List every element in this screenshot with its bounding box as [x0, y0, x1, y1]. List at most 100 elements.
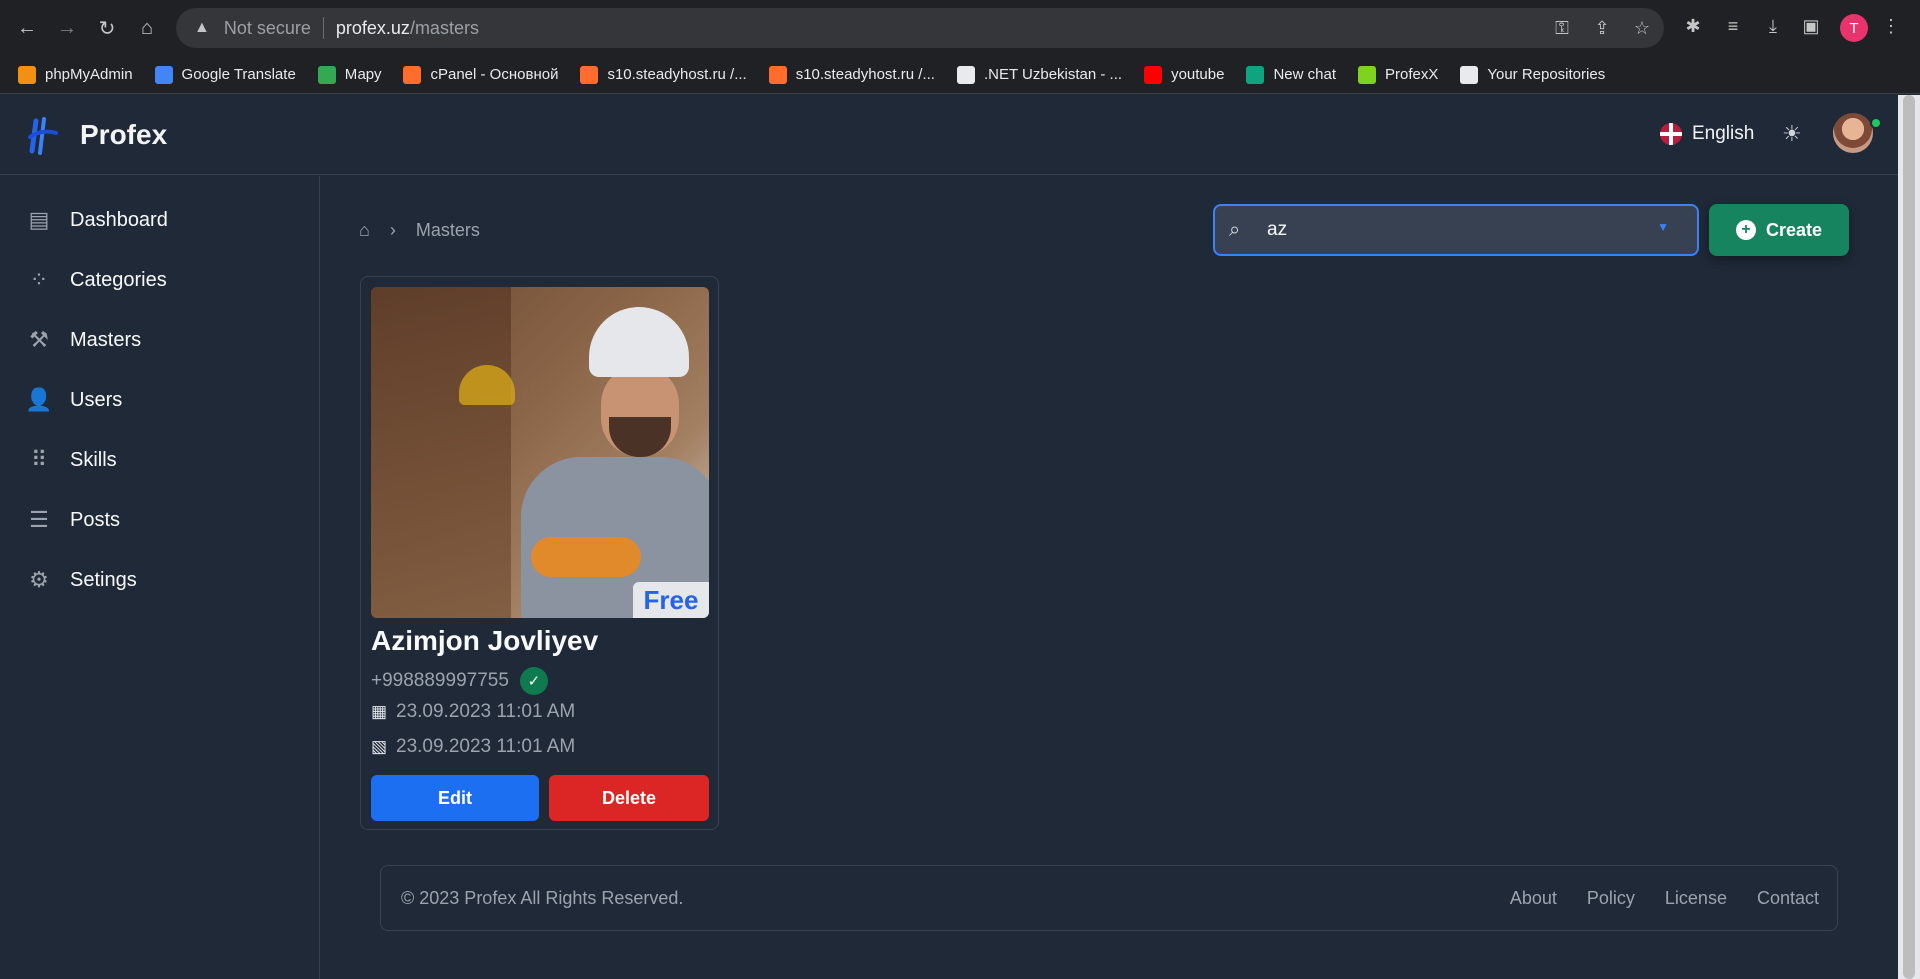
bookmark-favicon-icon [18, 65, 36, 84]
dashboard-icon: ▤ [28, 207, 50, 232]
master-photo[interactable]: Free [371, 287, 709, 618]
bookmark-item[interactable]: s10.steadyhost.ru /... [768, 65, 935, 84]
bookmark-item[interactable]: phpMyAdmin [18, 65, 133, 84]
extensions-icon[interactable]: ✱ [1680, 16, 1706, 37]
copyright-text: © 2023 Profex All Rights Reserved. [401, 888, 684, 908]
profex-logo-icon[interactable] [26, 117, 60, 155]
bookmark-label: .NET Uzbekistan - ... [983, 66, 1123, 83]
bookmark-label: phpMyAdmin [45, 66, 133, 83]
chevron-right-icon: › [389, 220, 396, 240]
home-icon[interactable]: ⌂ [130, 10, 164, 46]
bookmark-label: New chat [1273, 66, 1336, 83]
breadcrumb: ⌂ › Masters [359, 220, 480, 241]
browser-profile-avatar[interactable]: T [1840, 14, 1868, 42]
sidebar-item-posts[interactable]: ☰ Posts [24, 500, 304, 540]
sidebar-item-dashboard[interactable]: ▤ Dashboard [24, 200, 304, 240]
plus-circle-icon: + [1735, 220, 1756, 240]
sidebar-item-categories[interactable]: ⁘ Categories [24, 260, 304, 300]
bookmark-label: s10.steadyhost.ru /... [795, 66, 935, 83]
sidebar-item-masters[interactable]: ⚒ Masters [24, 320, 304, 360]
reload-icon[interactable]: ↻ [90, 10, 124, 46]
footer: © 2023 Profex All Rights Reserved. About… [380, 865, 1838, 931]
page-scrollbar[interactable] [1898, 95, 1920, 979]
bookmark-item[interactable]: s10.steadyhost.ru /... [580, 65, 747, 84]
master-phone-row: +998889997755 ✓ [371, 667, 548, 695]
home-breadcrumb-icon[interactable]: ⌂ [359, 220, 370, 241]
footer-link-policy[interactable]: Policy [1587, 888, 1635, 909]
share-icon[interactable]: ⇪ [1590, 18, 1614, 39]
chevron-down-icon[interactable]: ▼ [1657, 220, 1669, 234]
user-avatar[interactable] [1833, 113, 1873, 153]
theme-toggle-sun-icon[interactable]: ☀ [1782, 121, 1802, 147]
bookmark-item[interactable]: Your Repositories [1460, 65, 1606, 84]
list-icon: ☰ [29, 507, 49, 532]
categories-icon: ⁘ [29, 267, 49, 292]
bookmark-item[interactable]: Google Translate [154, 65, 296, 84]
side-panel-icon[interactable]: ▣ [1798, 16, 1824, 37]
verified-check-icon: ✓ [519, 667, 548, 695]
create-button[interactable]: + Create [1709, 204, 1849, 256]
browser-toolbar: ← → ↻ ⌂ ▲ Not secure profex.uz /masters … [0, 0, 1920, 56]
bookmark-favicon-icon [1357, 65, 1376, 84]
browser-menu-icon[interactable]: ⋮ [1878, 16, 1904, 37]
bookmark-label: Мару [344, 66, 382, 83]
bookmark-favicon-icon [768, 65, 787, 84]
address-bar[interactable]: ▲ Not secure profex.uz /masters ⚿ ⇪ ☆ [176, 8, 1664, 48]
search-icon: ⌕ [1229, 218, 1241, 241]
bookmark-item[interactable]: Мару [317, 65, 382, 84]
user-plus-icon: 👤 [25, 387, 53, 412]
sidebar-item-label: Dashboard [70, 208, 168, 231]
hammer-icon: ⚒ [29, 327, 49, 352]
bookmark-item[interactable]: ProfexX [1357, 65, 1439, 84]
search-input[interactable] [1267, 219, 1647, 241]
sidebar-item-label: Skills [70, 448, 117, 471]
language-label: English [1692, 123, 1755, 144]
footer-link-about[interactable]: About [1510, 888, 1557, 909]
bookmark-favicon-icon [1144, 65, 1163, 84]
back-icon[interactable]: ← [10, 10, 44, 46]
url-path: /masters [409, 17, 479, 38]
sidebar-item-settings[interactable]: ⚙ Setings [24, 560, 304, 600]
search-box[interactable]: ⌕ ▼ [1213, 204, 1699, 256]
updated-date-row: ▧ 23.09.2023 11:01 AM [371, 736, 575, 758]
media-icon[interactable]: ≡ [1720, 16, 1746, 37]
brand-name[interactable]: Profex [80, 119, 167, 151]
bookmark-label: Google Translate [181, 66, 296, 83]
forward-icon[interactable]: → [50, 10, 84, 46]
delete-button[interactable]: Delete [549, 775, 709, 821]
created-date: 23.09.2023 11:01 AM [396, 701, 576, 722]
edit-button[interactable]: Edit [371, 775, 539, 821]
sidebar-item-label: Categories [70, 268, 167, 291]
photo-helmet [589, 307, 689, 377]
language-selector[interactable]: English [1660, 123, 1754, 145]
scrollbar-thumb[interactable] [1903, 95, 1915, 979]
key-icon[interactable]: ⚿ [1550, 18, 1574, 39]
bookmark-label: ProfexX [1384, 66, 1439, 83]
bookmark-item[interactable]: youtube [1144, 65, 1224, 84]
bookmarks-bar: phpMyAdmin Google Translate Мару cPanel - О… [0, 56, 1920, 94]
sidebar: ▤ Dashboard ⁘ Categories ⚒ Masters 👤 Use… [0, 176, 320, 979]
photo-gloves [531, 537, 641, 577]
bookmark-item[interactable]: New chat [1246, 65, 1336, 84]
bookmark-favicon-icon [1246, 65, 1265, 84]
breadcrumb-current: Masters [415, 220, 480, 240]
bookmark-label: Your Repositories [1487, 66, 1606, 83]
bookmark-label: s10.steadyhost.ru /... [607, 66, 747, 83]
footer-link-contact[interactable]: Contact [1757, 888, 1819, 909]
photo-background [371, 287, 511, 618]
master-name: Azimjon Jovliyev [371, 625, 599, 656]
skills-icon: ⠿ [30, 447, 48, 472]
bookmark-item[interactable]: .NET Uzbekistan - ... [956, 65, 1123, 84]
sidebar-item-skills[interactable]: ⠿ Skills [24, 440, 304, 480]
warning-icon: ▲ [194, 19, 210, 36]
footer-links: About Policy License Contact [1480, 888, 1819, 909]
bookmark-favicon-icon [317, 65, 336, 84]
bookmark-star-icon[interactable]: ☆ [1630, 18, 1654, 39]
bookmark-item[interactable]: cPanel - Основной [403, 65, 558, 84]
plan-badge: Free [633, 582, 709, 618]
uk-flag-icon [1660, 123, 1682, 145]
main-content: ⌂ › Masters ⌕ ▼ + Create Free Azimjon Jo… [321, 176, 1898, 979]
download-icon[interactable]: ⤓ [1760, 16, 1786, 37]
footer-link-license[interactable]: License [1665, 888, 1727, 909]
sidebar-item-users[interactable]: 👤 Users [24, 380, 304, 420]
